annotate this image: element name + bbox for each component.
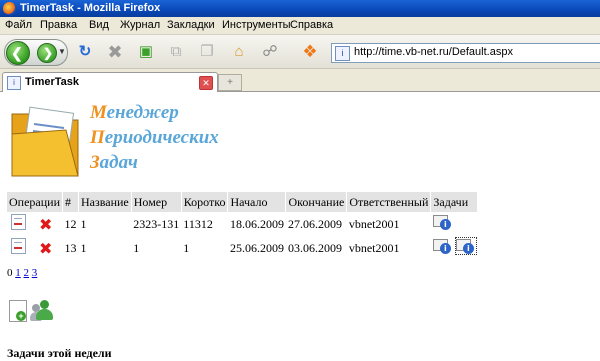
col-start: Начало: [227, 192, 287, 212]
paste-icon[interactable]: ❐: [199, 44, 215, 60]
cell-short: 1: [183, 240, 190, 255]
forward-icon: ❯: [43, 46, 54, 60]
tab-favicon-icon: i: [7, 76, 21, 90]
back-forward-group: ❮ ❯ ▼: [4, 39, 68, 66]
edit-icon[interactable]: [11, 238, 26, 254]
tab-strip: i TimerTask ✕ +: [0, 69, 600, 92]
row-operations: ✖: [7, 236, 63, 260]
navigation-toolbar: ❮ ❯ ▼ ↻ ✖ ▣ ⧉ ❐ ⌂ ☍ ❖ i http://time.vb-n…: [0, 35, 600, 69]
firefox-icon: [3, 2, 16, 15]
col-operations: Операции: [7, 192, 64, 212]
task-info-icon[interactable]: i: [432, 214, 453, 230]
home-icon[interactable]: ⌂: [231, 44, 247, 60]
col-owner: Ответственный: [346, 192, 432, 212]
row-operations: ✖: [7, 212, 63, 236]
pager-current: 0: [7, 267, 13, 279]
menu-history[interactable]: Журнал: [120, 19, 160, 31]
cell-id: 13: [64, 240, 77, 255]
menu-help[interactable]: Справка: [290, 19, 333, 31]
week-tasks-heading: Задачи этой недели: [7, 346, 112, 360]
table-header-row: Операции # Название Номер Коротко Начало…: [7, 192, 479, 212]
address-url[interactable]: http://time.vb-net.ru/Default.aspx: [354, 46, 513, 58]
task-info-selected-icon[interactable]: i: [454, 237, 477, 255]
cell-name: 1: [80, 240, 87, 255]
forward-button[interactable]: ❯: [37, 43, 57, 63]
cell-name: 1: [80, 216, 87, 231]
window-title-bar: TimerTask - Mozilla Firefox: [0, 0, 600, 17]
stop-icon[interactable]: ✖: [107, 43, 123, 61]
history-dropdown-icon[interactable]: ▼: [58, 47, 66, 56]
new-tab-button[interactable]: +: [218, 74, 242, 91]
tab-timertask[interactable]: i TimerTask ✕: [2, 72, 218, 92]
col-short: Коротко: [181, 192, 229, 212]
row-tasks: i i: [431, 236, 478, 260]
folder-logo-icon: [8, 100, 82, 180]
delete-icon[interactable]: ✖: [39, 217, 52, 233]
cell-number: 2323-131: [133, 216, 180, 231]
new-page-icon[interactable]: ▣: [138, 44, 154, 60]
cell-id: 12: [64, 216, 77, 231]
copy-icon[interactable]: ⧉: [168, 44, 184, 60]
cell-end: 03.06.2009: [287, 240, 342, 255]
rss-icon[interactable]: ❖: [302, 43, 318, 60]
delete-icon[interactable]: ✖: [39, 241, 52, 257]
menu-view[interactable]: Вид: [89, 19, 109, 31]
address-bar[interactable]: i http://time.vb-net.ru/Default.aspx: [331, 43, 600, 63]
col-name: Название: [78, 192, 132, 212]
row-tasks: i: [431, 212, 478, 236]
link-icon[interactable]: ☍: [262, 44, 278, 60]
pager-link[interactable]: 3: [32, 267, 38, 279]
pager-link[interactable]: 2: [24, 267, 30, 279]
pager-link[interactable]: 1: [15, 267, 21, 279]
task-info-icon[interactable]: i: [432, 238, 453, 254]
cell-end: 27.06.2009: [287, 216, 342, 231]
menu-bookmarks[interactable]: Закладки: [167, 19, 215, 31]
edit-icon[interactable]: [11, 214, 26, 230]
reload-icon[interactable]: ↻: [77, 44, 93, 60]
col-number: Номер: [131, 192, 182, 212]
site-favicon-icon: i: [335, 46, 350, 61]
cell-number: 1: [133, 240, 140, 255]
cell-short: 11312: [183, 216, 213, 231]
table-row: ✖ 12 1 2323-131 11312 18.06.2009 27.06.2…: [7, 212, 478, 236]
close-tab-icon[interactable]: ✕: [199, 76, 213, 90]
back-button[interactable]: ❮: [6, 41, 30, 65]
menu-file[interactable]: Файл: [5, 19, 32, 31]
app-logo-text: Менеджер Периодических Задач: [90, 102, 219, 173]
menu-bar: Файл Правка Вид Журнал Закладки Инструме…: [0, 17, 600, 35]
cell-owner: vbnet2001: [348, 240, 400, 255]
add-task-icon[interactable]: +: [9, 300, 27, 322]
users-icon[interactable]: [30, 300, 58, 322]
back-icon: ❮: [11, 45, 23, 61]
cell-owner: vbnet2001: [348, 216, 400, 231]
col-tasks: Задачи: [430, 192, 479, 212]
new-tab-icon: +: [227, 77, 233, 88]
table-row: ✖ 13 1 1 1 25.06.2009 03.06.2009 vbnet20…: [7, 236, 478, 260]
col-id: #: [62, 192, 80, 212]
pager: 0 1 2 3: [7, 267, 37, 279]
cell-start: 18.06.2009: [229, 216, 284, 231]
tab-label: TimerTask: [25, 76, 80, 88]
col-end: Окончание: [285, 192, 348, 212]
menu-edit[interactable]: Правка: [40, 19, 77, 31]
window-title: TimerTask - Mozilla Firefox: [20, 2, 161, 14]
cell-start: 25.06.2009: [229, 240, 284, 255]
menu-tools[interactable]: Инструменты: [222, 19, 291, 31]
tasks-table: Операции # Название Номер Коротко Начало…: [7, 192, 479, 260]
